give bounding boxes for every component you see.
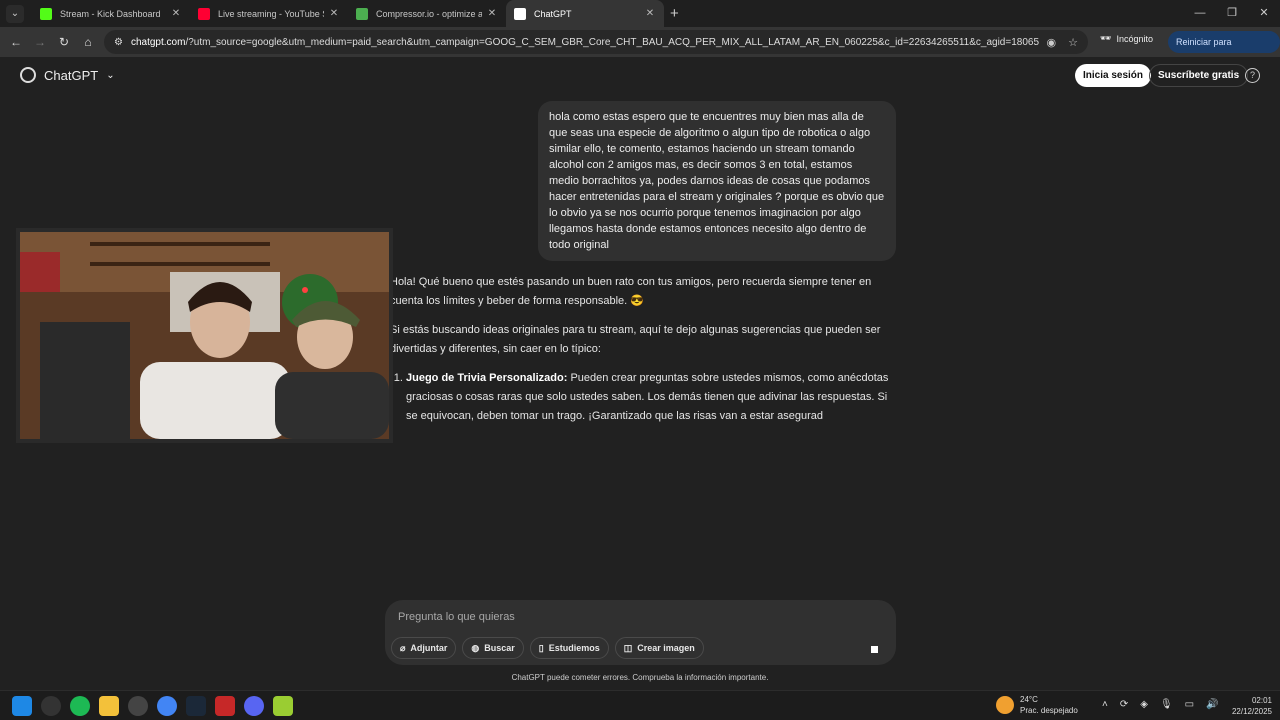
list-item: Juego de Trivia Personalizado: Pueden cr…	[406, 369, 895, 426]
compressor-icon	[356, 7, 368, 20]
chevron-down-icon: ⌄	[106, 69, 115, 81]
globe-icon: ◍	[471, 643, 480, 653]
security-icon[interactable]: ◈	[1140, 699, 1148, 710]
address-bar[interactable]: ⚙ chatgpt.com/?utm_source=google&utm_med…	[104, 30, 1088, 54]
chatgpt-logo-icon	[20, 67, 36, 83]
browser-tab[interactable]: Stream - Kick Dashboard ✕	[32, 0, 190, 27]
chevron-up-icon[interactable]: ˄	[1102, 699, 1108, 710]
browser-tab-strip: ⌄ Stream - Kick Dashboard ✕ Live streaming…	[0, 0, 1280, 27]
eye-off-icon[interactable]: ◉	[1047, 36, 1057, 49]
app-icon[interactable]	[128, 696, 148, 716]
incognito-indicator[interactable]: 🕶 Incógnito	[1100, 33, 1153, 44]
tool-crear-imagen-button[interactable]: ◫ Crear imagen	[614, 637, 704, 659]
volume-icon[interactable]: 🔊	[1206, 699, 1218, 710]
system-tray: ˄ ⟳ ◈ 🎙 ▭ 🔊	[1102, 699, 1219, 710]
restart-update-button[interactable]: Reiniciar para actualizar⋮	[1168, 31, 1280, 69]
close-tab-icon[interactable]: ✕	[486, 8, 498, 19]
help-icon[interactable]: ?	[1245, 68, 1260, 83]
close-window-icon[interactable]: ✕	[1248, 0, 1280, 27]
spotify-icon[interactable]	[70, 696, 90, 716]
book-icon: ▯	[538, 643, 544, 653]
tab-title: ChatGPT	[534, 8, 572, 19]
kick-icon	[40, 7, 52, 20]
tab-title: Compressor.io - optimize and c	[376, 8, 482, 19]
time: 02:01	[1251, 696, 1272, 705]
webcam-overlay	[16, 228, 393, 443]
list-item-title: Juego de Trivia Personalizado:	[406, 372, 568, 384]
tab-list: Stream - Kick Dashboard ✕ Live streaming -…	[32, 0, 664, 27]
microphone-icon[interactable]: 🎙	[1160, 699, 1173, 710]
reload-button[interactable]: ↻	[52, 35, 76, 49]
image-icon: ◫	[623, 643, 633, 653]
user-message: hola como estas espero que te encuentres…	[538, 101, 896, 261]
tool-label: Estudiemos	[548, 643, 600, 653]
tab-search-button[interactable]: ⌄	[6, 4, 24, 23]
tool-label: Adjuntar	[410, 643, 448, 653]
assistant-paragraph: Hola! Qué bueno que estés pasando un bue…	[390, 276, 872, 307]
new-tab-button[interactable]: +	[670, 5, 679, 22]
back-button[interactable]: ←	[4, 35, 28, 49]
tab-title: Stream - Kick Dashboard	[60, 8, 161, 19]
file-explorer-icon[interactable]	[99, 696, 119, 716]
suggestion-list: Juego de Trivia Personalizado: Pueden cr…	[406, 369, 895, 426]
composer-tools: ⌀ Adjuntar ◍ Buscar ▯ Estudiemos ◫ Crear imagen	[391, 637, 704, 659]
assistant-paragraph: Si estás buscando ideas originales para …	[390, 324, 881, 355]
tool-adjuntar-button[interactable]: ⌀ Adjuntar	[391, 637, 457, 659]
discord-icon[interactable]	[244, 696, 264, 716]
browser-tab[interactable]: Live streaming - YouTube Studio ✕	[190, 0, 348, 27]
composer: Pregunta lo que quieras ⌀ Adjuntar ◍ Buscar…	[385, 600, 896, 665]
incognito-label: Incógnito	[1116, 33, 1153, 44]
browser-toolbar: ← → ↻ ⌂ ⚙ chatgpt.com/?utm_source=google…	[0, 27, 1280, 69]
chrome-icon[interactable]	[157, 696, 177, 716]
tool-buscar-button[interactable]: ◍ Buscar	[462, 637, 524, 659]
brand-name: ChatGPT	[44, 67, 99, 83]
browser-tab[interactable]: ChatGPT ✕	[506, 0, 664, 27]
chatgpt-icon	[514, 7, 526, 20]
site-info-icon[interactable]: ⚙	[114, 37, 123, 48]
weather-widget[interactable]: 24°C Prac. despejado	[996, 694, 1078, 716]
prompt-input[interactable]: Pregunta lo que quieras	[398, 611, 515, 623]
close-tab-icon[interactable]: ✕	[328, 8, 340, 19]
signup-button[interactable]: Suscríbete gratis	[1149, 64, 1249, 87]
steam-icon[interactable]	[186, 696, 206, 716]
youtube-icon	[198, 7, 210, 20]
weather-icon	[996, 696, 1014, 714]
date: 22/12/2025	[1231, 707, 1272, 716]
obs-icon[interactable]	[41, 696, 61, 716]
webcam-image	[20, 232, 389, 439]
display-icon[interactable]: ▭	[1185, 699, 1194, 710]
chevron-down-icon: ⌄	[10, 8, 20, 19]
tool-label: Crear imagen	[637, 643, 695, 653]
login-button[interactable]: Inicia sesión	[1075, 64, 1152, 87]
sync-icon[interactable]: ⟳	[1120, 699, 1128, 710]
clock[interactable]: 02:01 22/12/2025	[1228, 695, 1272, 717]
forward-button[interactable]: →	[28, 35, 52, 49]
stop-icon	[870, 645, 878, 653]
incognito-icon: 🕶	[1100, 33, 1112, 43]
app-icon[interactable]	[215, 696, 235, 716]
disclaimer: ChatGPT puede cometer errores. Comprueba…	[511, 673, 769, 682]
stop-generation-button[interactable]	[865, 640, 883, 658]
app-icon[interactable]	[273, 696, 293, 716]
model-selector[interactable]: ChatGPT ⌄	[20, 67, 115, 83]
bookmark-star-icon[interactable]: ☆	[1068, 36, 1078, 49]
windows-start-icon[interactable]	[12, 696, 32, 716]
home-button[interactable]: ⌂	[76, 35, 100, 49]
assistant-message: Hola! Qué bueno que estés pasando un bue…	[390, 273, 895, 426]
minimize-icon[interactable]: —	[1184, 0, 1216, 27]
close-tab-icon[interactable]: ✕	[170, 8, 182, 19]
chat-app: ChatGPT ⌄ Inicia sesión Suscríbete grati…	[0, 57, 1280, 690]
taskbar: 24°C Prac. despejado ˄ ⟳ ◈ 🎙 ▭ 🔊 02:01 2…	[0, 690, 1280, 720]
paperclip-icon: ⌀	[400, 643, 406, 653]
temperature: 24°C	[1020, 695, 1038, 704]
weather-text: Prac. despejado	[1020, 706, 1078, 715]
tool-estudiemos-button[interactable]: ▯ Estudiemos	[529, 637, 609, 659]
close-tab-icon[interactable]: ✕	[644, 8, 656, 19]
restore-icon[interactable]: ❐	[1216, 0, 1248, 27]
browser-tab[interactable]: Compressor.io - optimize and c ✕	[348, 0, 506, 27]
url-text[interactable]: chatgpt.com/?utm_source=google&utm_mediu…	[131, 37, 1039, 48]
window-controls: — ❐ ✕	[1184, 0, 1280, 27]
tab-title: Live streaming - YouTube Studio	[218, 8, 324, 19]
tool-label: Buscar	[484, 643, 515, 653]
